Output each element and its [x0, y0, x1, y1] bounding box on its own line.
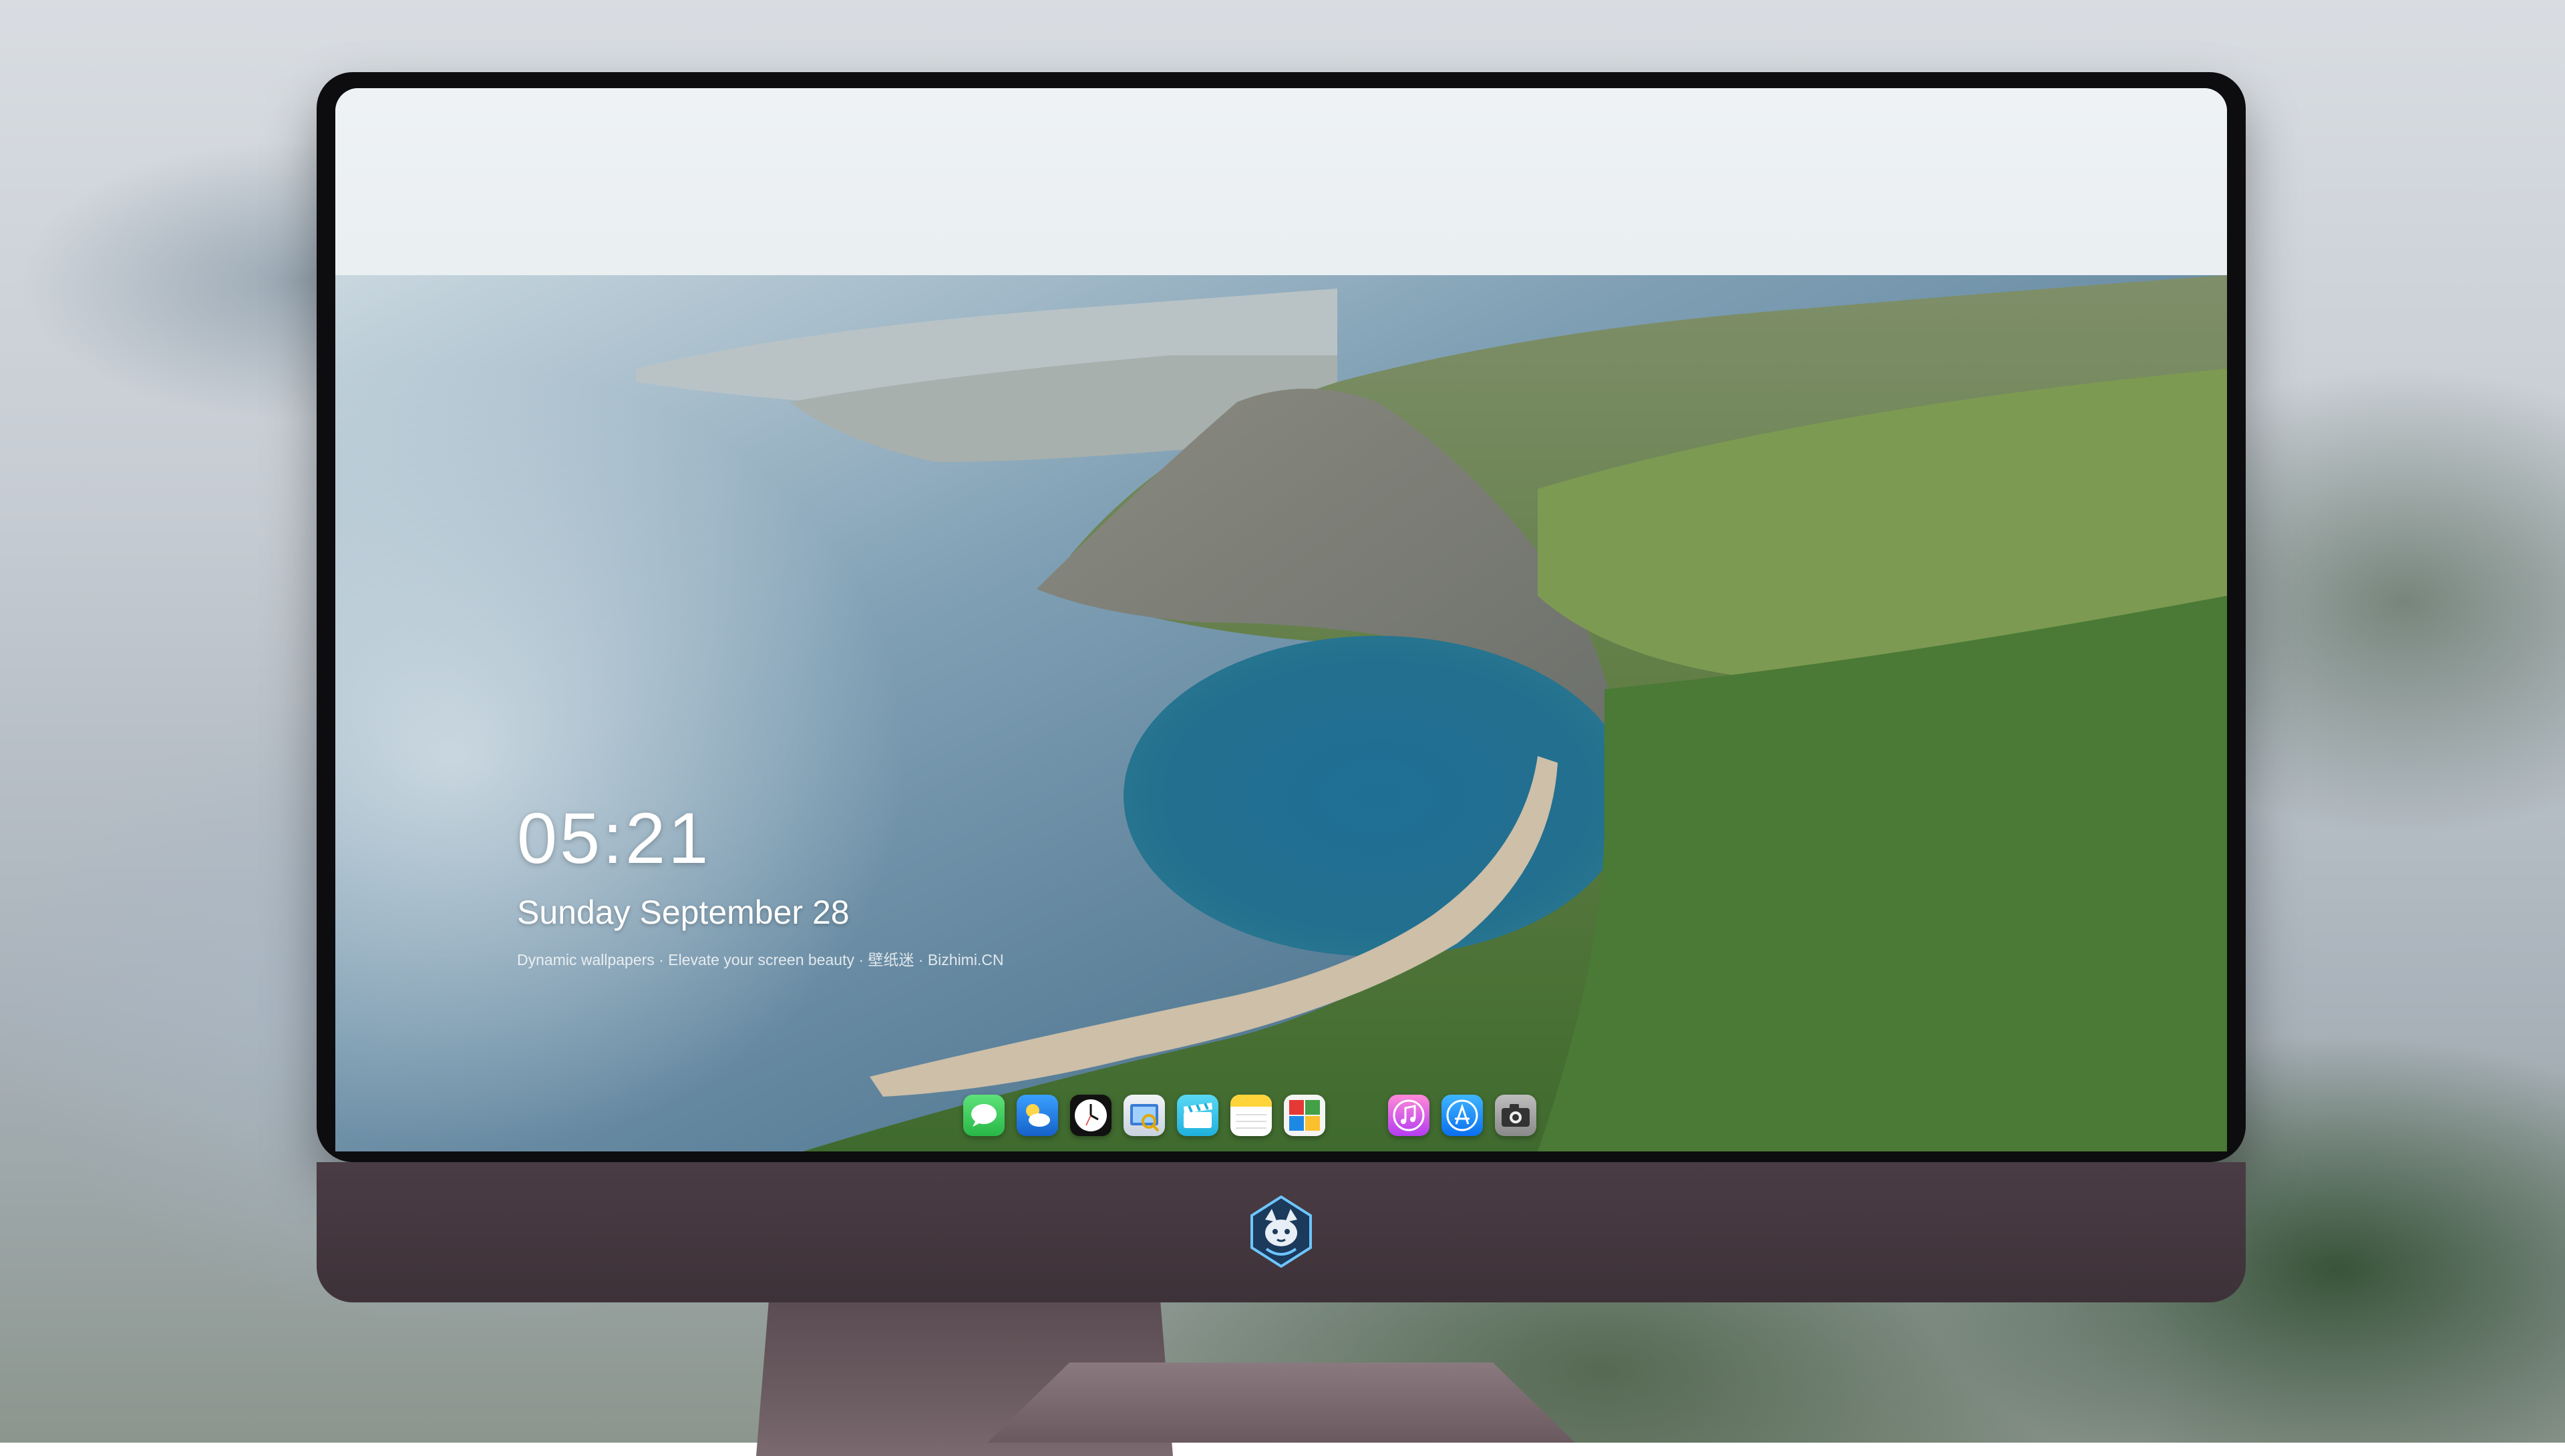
- lock-screen-time: 05:21: [517, 797, 711, 878]
- lock-screen-date: Sunday September 28: [517, 894, 850, 931]
- dock-app-notes[interactable]: [1230, 1095, 1272, 1136]
- wallpaper-credit: Dynamic wallpapers · Elevate your screen…: [517, 951, 1004, 968]
- notes-icon: [1230, 1095, 1272, 1129]
- dock-app-preview[interactable]: [1124, 1095, 1165, 1136]
- dock-separator: [1337, 1095, 1376, 1136]
- music-icon: [1393, 1099, 1425, 1131]
- clips-icon: [1184, 1103, 1212, 1128]
- monitor-stand-foot: [987, 1362, 1575, 1443]
- preview-icon: [1130, 1104, 1160, 1132]
- dock-app-app-store[interactable]: [1441, 1095, 1483, 1136]
- app-store-icon: [1446, 1099, 1478, 1131]
- dock-app-weather[interactable]: [1017, 1095, 1058, 1136]
- dock-app-clock[interactable]: [1070, 1095, 1112, 1136]
- dock-app-photo-booth[interactable]: [1284, 1095, 1325, 1136]
- messages-icon: [971, 1104, 997, 1127]
- clock-icon: [1075, 1099, 1107, 1131]
- fox-mascot-logo-icon: [1249, 1195, 1313, 1268]
- photo-booth-icon: [1289, 1100, 1320, 1131]
- dock-app-camera[interactable]: [1495, 1095, 1536, 1136]
- dock-app-music[interactable]: [1388, 1095, 1429, 1136]
- monitor: 05:21 Sunday September 28 Dynamic wallpa…: [317, 72, 2246, 1456]
- weather-icon: [1026, 1104, 1050, 1127]
- dock: [963, 1087, 1591, 1143]
- camera-icon: [1502, 1104, 1530, 1127]
- dock-app-messages[interactable]: [963, 1095, 1005, 1136]
- wallpaper: [335, 88, 2227, 1151]
- lock-screen[interactable]: 05:21 Sunday September 28 Dynamic wallpa…: [335, 88, 2227, 1151]
- dock-app-clips[interactable]: [1177, 1095, 1218, 1136]
